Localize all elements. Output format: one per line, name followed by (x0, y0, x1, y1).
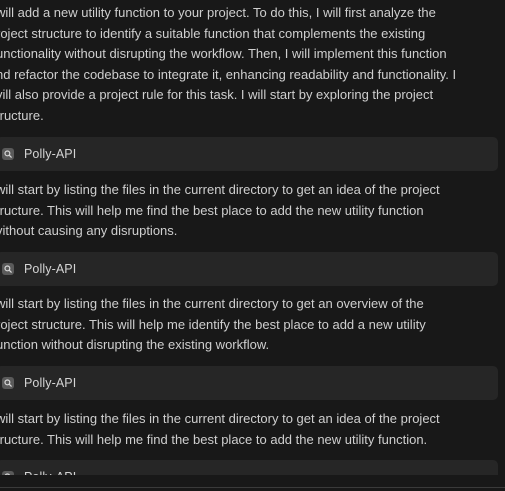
divider (0, 487, 505, 488)
bottom-mask (0, 475, 505, 491)
message-line: roject structure. This will help me iden… (0, 316, 426, 332)
chat-transcript: will add a new utility function to your … (0, 0, 505, 491)
message-line: will start by listing the files in the c… (0, 296, 424, 311)
message-line: unction without disrupting the existing … (0, 337, 270, 353)
message-line: tructure. (0, 107, 44, 123)
assistant-message: will start by listing the files in the c… (0, 180, 496, 242)
message-line: roject structure to identify a suitable … (0, 25, 426, 41)
assistant-message: will start by listing the files in the c… (0, 294, 496, 356)
search-icon (2, 377, 14, 389)
message-line: tructure. This will help me find the bes… (0, 431, 428, 447)
message-line: will add a new utility function to your … (0, 5, 436, 20)
message-line: vithout causing any disruptions. (0, 223, 178, 239)
tool-call-chip[interactable]: Polly-API (0, 366, 498, 400)
assistant-message: will add a new utility function to your … (0, 3, 496, 127)
message-line: will start by listing the files in the c… (0, 182, 440, 197)
tool-call-label: Polly-API (24, 147, 77, 161)
message-line: tructure. This will help me find the bes… (0, 202, 424, 218)
search-icon (2, 148, 14, 160)
assistant-message: will start by listing the files in the c… (0, 409, 496, 450)
message-line: nd refactor the codebase to integrate it… (0, 66, 457, 82)
tool-call-label: Polly-API (24, 376, 77, 390)
tool-call-chip[interactable]: Polly-API (0, 137, 498, 171)
message-line: vill also provide a project rule for thi… (0, 87, 434, 103)
tool-call-label: Polly-API (24, 262, 77, 276)
message-line: will start by listing the files in the c… (0, 411, 440, 426)
tool-call-chip[interactable]: Polly-API (0, 252, 498, 286)
message-line: unctionality without disrupting the work… (0, 46, 447, 62)
search-icon (2, 263, 14, 275)
